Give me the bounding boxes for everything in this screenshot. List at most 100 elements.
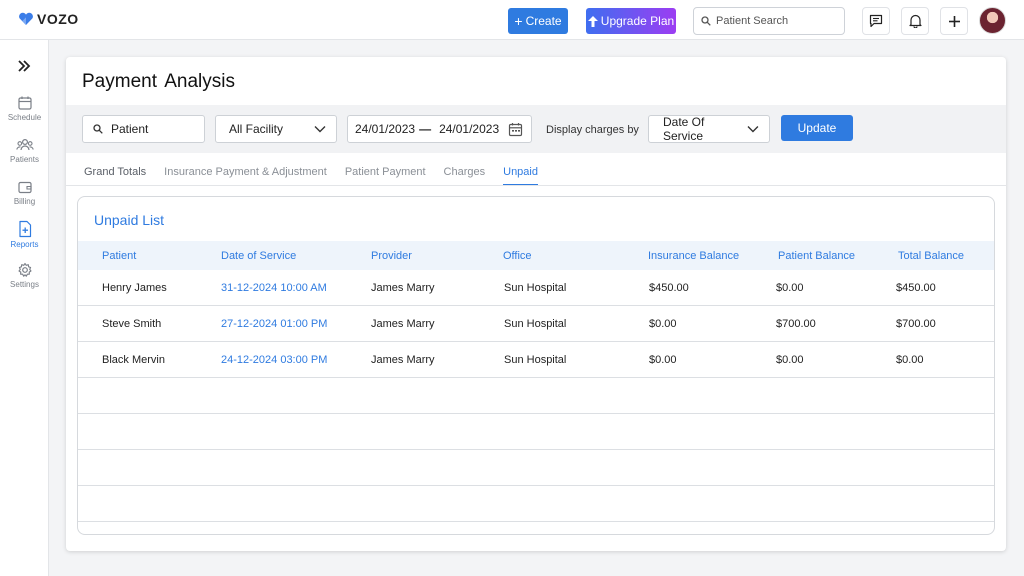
- sidebar-item-patients[interactable]: Patients: [0, 137, 49, 164]
- empty-table-row: [78, 378, 994, 414]
- arrow-up-icon: [587, 15, 598, 27]
- column-header-insurance-balance[interactable]: Insurance Balance: [648, 250, 739, 262]
- logo[interactable]: VOZO: [18, 11, 79, 27]
- page-title: Payment Analysis: [82, 71, 235, 92]
- date-separator: —: [419, 122, 432, 136]
- display-charges-label: Display charges by: [546, 124, 639, 136]
- search-icon: [93, 124, 103, 134]
- cell-date-of-service[interactable]: 24-12-2024 03:00 PM: [221, 354, 327, 366]
- top-bar: VOZO + Create Upgrade Plan: [0, 0, 1024, 40]
- unpaid-list-title: Unpaid List: [94, 212, 165, 228]
- unpaid-list: Unpaid List Patient Date of Service Prov…: [77, 196, 995, 535]
- add-button[interactable]: [940, 7, 968, 35]
- empty-table-row: [78, 414, 994, 450]
- column-header-office[interactable]: Office: [503, 250, 532, 262]
- cell-patient-balance: $0.00: [776, 282, 804, 294]
- tab-insurance-payment-adjustment[interactable]: Insurance Payment & Adjustment: [164, 166, 327, 186]
- tab-grand-totals[interactable]: Grand Totals: [84, 166, 146, 186]
- display-charges-select[interactable]: Date Of Service: [648, 115, 770, 143]
- cell-total-balance: $700.00: [896, 318, 936, 330]
- notifications-button[interactable]: [901, 7, 929, 35]
- table-row[interactable]: Henry James 31-12-2024 10:00 AM James Ma…: [78, 270, 994, 306]
- patient-search-input[interactable]: [716, 15, 836, 27]
- chat-icon: [869, 14, 883, 28]
- calendar-icon: [17, 96, 32, 110]
- update-button[interactable]: Update: [781, 115, 853, 141]
- table-row[interactable]: Steve Smith 27-12-2024 01:00 PM James Ma…: [78, 306, 994, 342]
- plus-icon: [948, 15, 960, 27]
- cell-patient: Steve Smith: [102, 318, 162, 330]
- upgrade-plan-label: Upgrade Plan: [600, 14, 675, 28]
- column-header-date-of-service[interactable]: Date of Service: [221, 250, 296, 262]
- cell-provider: James Marry: [371, 354, 435, 366]
- sidebar: Schedule Patients Billing Reports Settin…: [0, 40, 49, 576]
- facility-select-value: All Facility: [229, 122, 284, 136]
- patient-filter-input[interactable]: [111, 122, 191, 136]
- wallet-icon: [17, 181, 32, 194]
- column-header-patient-balance[interactable]: Patient Balance: [778, 250, 855, 262]
- facility-select[interactable]: All Facility: [215, 115, 337, 143]
- heart-logo-icon: [19, 12, 33, 25]
- cell-total-balance: $450.00: [896, 282, 936, 294]
- report-icon: [18, 220, 31, 238]
- sidebar-item-settings[interactable]: Settings: [0, 262, 49, 289]
- logo-text: VOZO: [37, 11, 79, 27]
- cell-total-balance: $0.00: [896, 354, 924, 366]
- payment-analysis-card: Payment Analysis All Facility 24/01/2023…: [66, 57, 1006, 551]
- tabs-divider: [66, 185, 1006, 186]
- upgrade-plan-button[interactable]: Upgrade Plan: [586, 8, 676, 34]
- calendar-icon[interactable]: [508, 122, 523, 137]
- filter-bar: All Facility 24/01/2023 — 24/01/2023 Dis…: [66, 105, 1006, 153]
- users-icon: [15, 138, 34, 151]
- table-header: Patient Date of Service Provider Office …: [78, 241, 994, 270]
- search-icon: [701, 16, 711, 26]
- sidebar-item-billing[interactable]: Billing: [0, 179, 49, 206]
- sidebar-item-label: Schedule: [7, 113, 42, 122]
- double-chevron-right-icon[interactable]: [16, 58, 32, 74]
- messages-button[interactable]: [862, 7, 890, 35]
- date-to: 24/01/2023: [439, 122, 500, 136]
- report-tabs: Grand Totals Insurance Payment & Adjustm…: [84, 166, 538, 186]
- date-range-picker[interactable]: 24/01/2023 — 24/01/2023: [347, 115, 532, 143]
- cell-insurance-balance: $0.00: [649, 318, 677, 330]
- column-header-provider[interactable]: Provider: [371, 250, 412, 262]
- cell-patient-balance: $0.00: [776, 354, 804, 366]
- chevron-down-icon: [314, 126, 326, 133]
- cell-provider: James Marry: [371, 318, 435, 330]
- cell-patient: Black Mervin: [102, 354, 165, 366]
- patient-filter[interactable]: [82, 115, 205, 143]
- cell-office: Sun Hospital: [504, 282, 567, 294]
- create-button-label: Create: [525, 14, 562, 28]
- cell-date-of-service[interactable]: 27-12-2024 01:00 PM: [221, 318, 327, 330]
- display-charges-value: Date Of Service: [663, 115, 705, 143]
- cell-office: Sun Hospital: [504, 354, 567, 366]
- cell-insurance-balance: $450.00: [649, 282, 689, 294]
- sidebar-item-label: Reports: [10, 240, 39, 249]
- cell-date-of-service[interactable]: 31-12-2024 10:00 AM: [221, 282, 327, 294]
- tab-patient-payment[interactable]: Patient Payment: [345, 166, 426, 186]
- bell-icon: [908, 14, 922, 28]
- empty-table-row: [78, 450, 994, 486]
- user-avatar[interactable]: [979, 7, 1006, 34]
- column-header-total-balance[interactable]: Total Balance: [898, 250, 964, 262]
- cell-insurance-balance: $0.00: [649, 354, 677, 366]
- chevron-down-icon: [747, 126, 759, 133]
- cell-patient: Henry James: [102, 282, 167, 294]
- table-row[interactable]: Black Mervin 24-12-2024 03:00 PM James M…: [78, 342, 994, 378]
- column-header-patient[interactable]: Patient: [102, 250, 136, 262]
- sidebar-item-label: Settings: [10, 280, 39, 289]
- cell-patient-balance: $700.00: [776, 318, 816, 330]
- sidebar-item-reports[interactable]: Reports: [0, 220, 49, 249]
- tab-charges[interactable]: Charges: [444, 166, 486, 186]
- create-button[interactable]: + Create: [508, 8, 568, 34]
- date-from: 24/01/2023: [355, 122, 416, 136]
- plus-icon: +: [514, 13, 523, 29]
- cell-provider: James Marry: [371, 282, 435, 294]
- cell-office: Sun Hospital: [504, 318, 567, 330]
- patient-search-box[interactable]: [693, 7, 845, 35]
- tab-unpaid[interactable]: Unpaid: [503, 166, 538, 186]
- sidebar-item-schedule[interactable]: Schedule: [0, 95, 49, 122]
- sidebar-item-label: Patients: [10, 155, 39, 164]
- gear-icon: [17, 262, 32, 277]
- sidebar-item-label: Billing: [13, 197, 36, 206]
